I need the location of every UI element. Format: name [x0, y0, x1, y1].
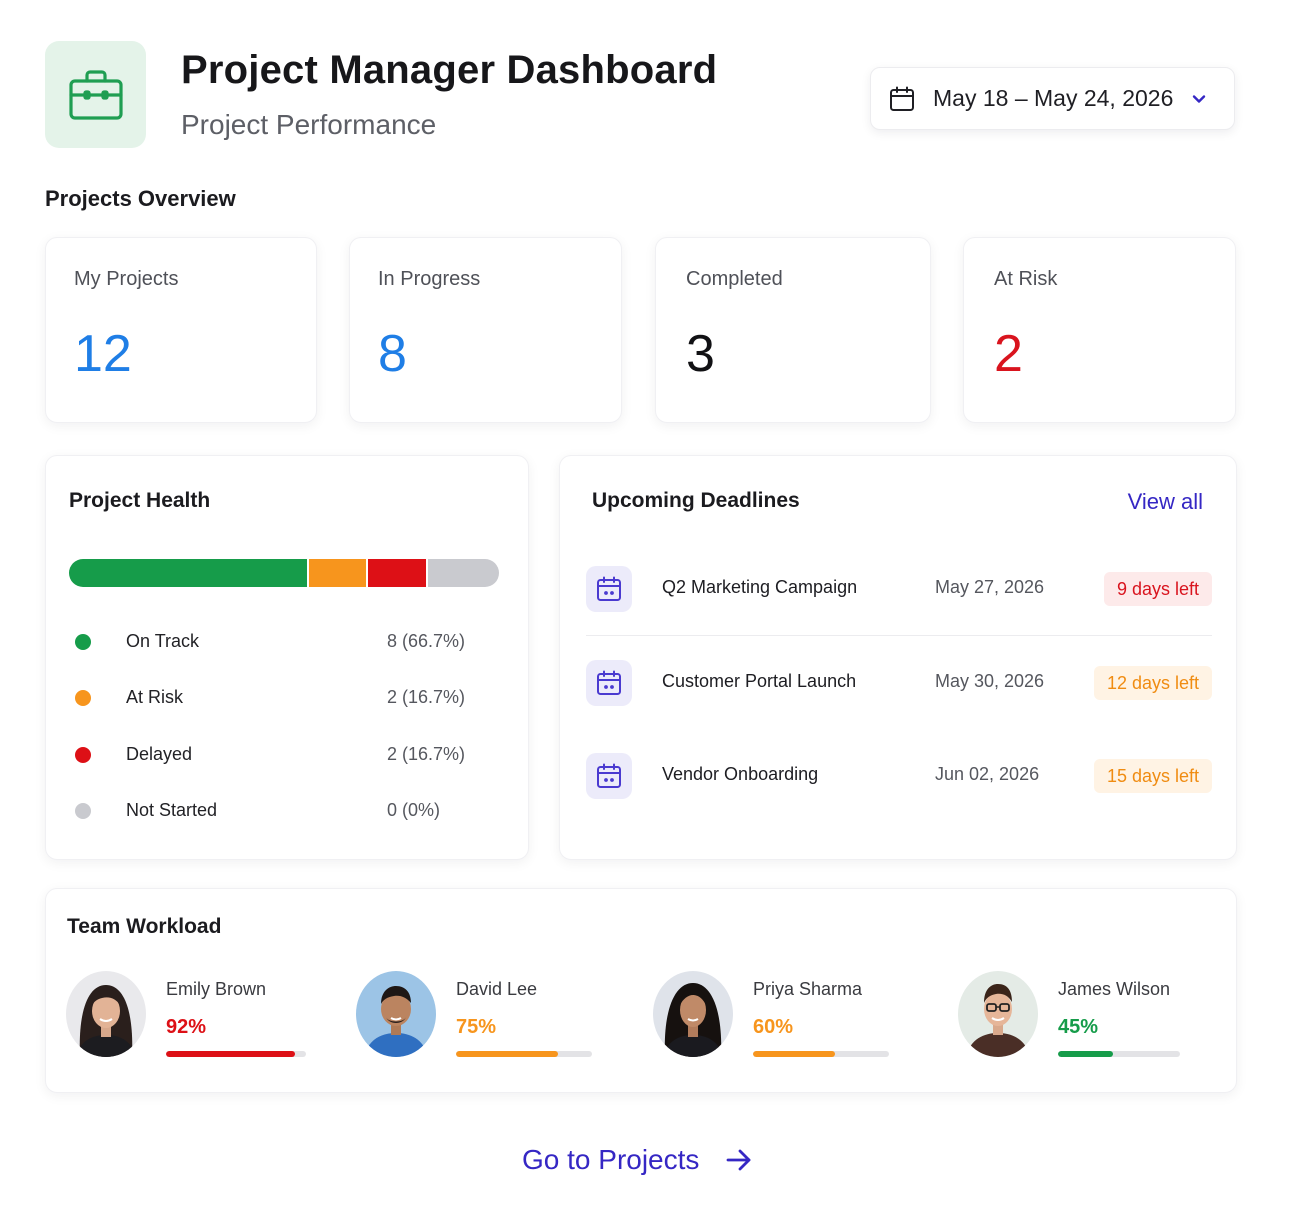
avatar [653, 971, 733, 1057]
overview-title: Projects Overview [45, 186, 236, 211]
status-dot [75, 803, 91, 819]
briefcase-icon [68, 69, 123, 120]
page-subtitle: Project Performance [181, 109, 437, 140]
health-segment-on-track [69, 559, 307, 587]
upcoming-deadlines-card: Upcoming Deadlines View all Q2 Marketing… [559, 455, 1237, 860]
health-segment-at-risk [306, 559, 367, 587]
health-segment-delayed [366, 559, 426, 587]
go-to-projects-label: Go to Projects [522, 1144, 700, 1175]
calendar-icon [586, 566, 632, 612]
view-all-link[interactable]: View all [1128, 489, 1203, 515]
date-range-picker[interactable]: May 18 – May 24, 2026 [870, 67, 1235, 130]
health-segment-not-started [425, 559, 499, 587]
app-logo [45, 41, 146, 148]
deadline-date: Jun 02, 2026 [935, 764, 1040, 784]
stat-card-completed[interactable]: Completed 3 [655, 237, 931, 423]
member-name: James Wilson [1058, 979, 1171, 999]
workload-percent: 45% [1058, 1016, 1099, 1038]
workload-bar-fill [166, 1051, 295, 1057]
workload-percent: 60% [753, 1016, 794, 1038]
status-dot [75, 747, 91, 763]
stat-card-at-risk[interactable]: At Risk 2 [963, 237, 1236, 423]
legend-value: 2 (16.7%) [387, 744, 466, 764]
deadline-name: Q2 Marketing Campaign [662, 577, 858, 597]
team-workload-card: Team Workload Emily Brown 92% David Lee … [45, 888, 1237, 1093]
date-range-label: May 18 – May 24, 2026 [933, 85, 1174, 111]
calendar-icon [586, 753, 632, 799]
health-progress-bar [69, 559, 499, 587]
chevron-down-icon [1192, 95, 1206, 103]
workload-bar [1058, 1051, 1180, 1057]
days-left-badge: 9 days left [1103, 572, 1212, 606]
page-title: Project Manager Dashboard [181, 48, 718, 92]
workload-bar-fill [456, 1051, 558, 1057]
member-name: David Lee [456, 979, 538, 999]
avatar [356, 971, 436, 1057]
days-left-badge: 12 days left [1093, 666, 1212, 700]
workload-bar [166, 1051, 306, 1057]
team-workload-title: Team Workload [67, 915, 222, 938]
workload-bar [456, 1051, 592, 1057]
stat-label: My Projects [74, 268, 179, 290]
calendar-icon [890, 86, 914, 111]
calendar-icon [586, 660, 632, 706]
status-dot [75, 634, 91, 650]
workload-bar-fill [753, 1051, 835, 1057]
workload-percent: 75% [456, 1016, 497, 1038]
legend-value: 8 (66.7%) [387, 631, 466, 651]
legend-label: On Track [126, 631, 200, 651]
project-health-title: Project Health [69, 489, 211, 512]
stat-value: 3 [686, 325, 715, 383]
legend-label: Delayed [126, 744, 193, 764]
team-member[interactable]: Priya Sharma 60% [653, 971, 913, 1061]
stat-label: Completed [686, 268, 783, 290]
legend-row-not-started: Not Started 0 (0%) [75, 796, 475, 826]
stat-label: In Progress [378, 268, 481, 290]
team-member[interactable]: James Wilson 45% [958, 971, 1218, 1061]
legend-value: 0 (0%) [387, 800, 441, 820]
workload-bar-fill [1058, 1051, 1113, 1057]
days-left-badge: 15 days left [1093, 759, 1212, 793]
avatar [66, 971, 146, 1057]
member-name: Emily Brown [166, 979, 267, 999]
stat-value: 8 [378, 325, 407, 383]
upcoming-deadlines-title: Upcoming Deadlines [592, 489, 800, 512]
stat-value: 12 [74, 325, 132, 383]
avatar [958, 971, 1038, 1057]
deadline-date: May 27, 2026 [935, 577, 1045, 597]
deadline-name: Customer Portal Launch [662, 671, 857, 691]
stat-card-in-progress[interactable]: In Progress 8 [349, 237, 622, 423]
legend-label: Not Started [126, 800, 218, 820]
stat-label: At Risk [994, 268, 1058, 290]
stat-card-my-projects[interactable]: My Projects 12 [45, 237, 317, 423]
legend-row-on-track: On Track 8 (66.7%) [75, 627, 475, 657]
deadline-row[interactable]: Vendor Onboarding Jun 02, 2026 15 days l… [586, 745, 1212, 805]
team-member[interactable]: David Lee 75% [356, 971, 616, 1061]
team-member[interactable]: Emily Brown 92% [66, 971, 326, 1061]
deadline-date: May 30, 2026 [935, 671, 1045, 691]
legend-row-at-risk: At Risk 2 (16.7%) [75, 683, 475, 713]
deadline-name: Vendor Onboarding [662, 764, 819, 784]
member-name: Priya Sharma [753, 979, 863, 999]
legend-label: At Risk [126, 687, 184, 707]
workload-bar [753, 1051, 889, 1057]
go-to-projects-button[interactable]: Go to Projects [522, 1144, 753, 1176]
divider [586, 635, 1212, 636]
legend-value: 2 (16.7%) [387, 687, 466, 707]
legend-row-delayed: Delayed 2 (16.7%) [75, 740, 475, 770]
status-dot [75, 690, 91, 706]
workload-percent: 92% [166, 1016, 207, 1038]
arrow-right-icon [727, 1149, 751, 1171]
deadline-row[interactable]: Q2 Marketing Campaign May 27, 2026 9 day… [586, 558, 1212, 618]
project-health-card: Project Health On Track 8 (66.7%) At Ris… [45, 455, 529, 860]
deadline-row[interactable]: Customer Portal Launch May 30, 2026 12 d… [586, 652, 1212, 712]
stat-value: 2 [994, 325, 1023, 383]
